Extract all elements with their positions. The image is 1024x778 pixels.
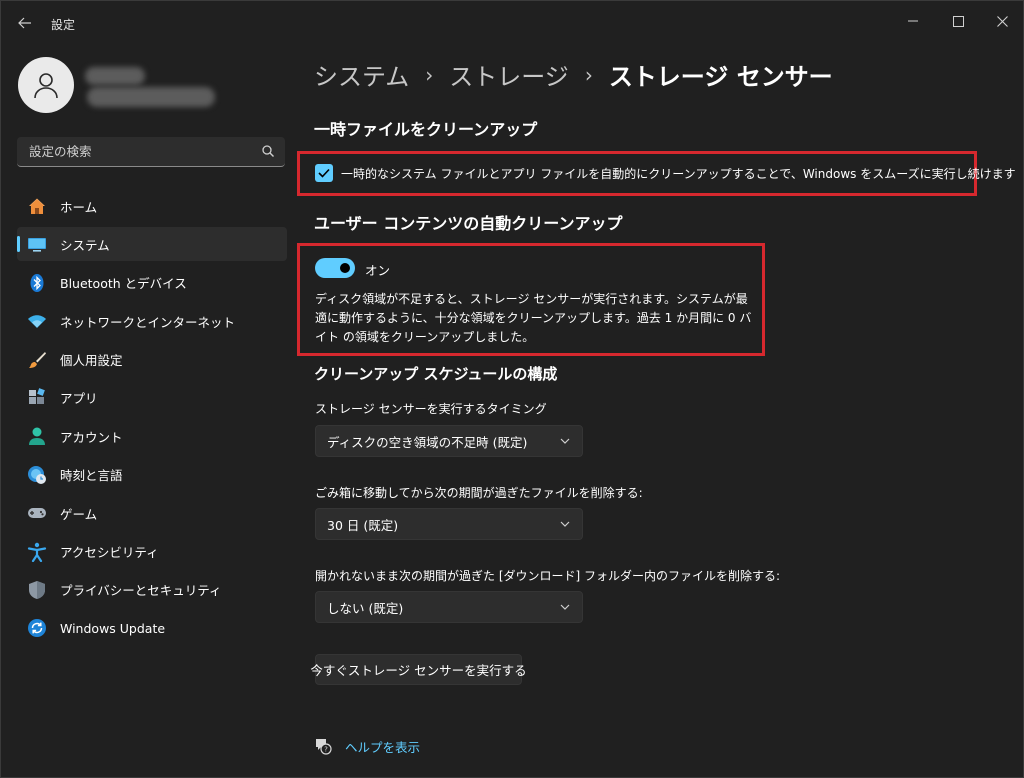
globe-clock-icon <box>27 465 47 485</box>
system-monitor-icon <box>27 234 47 254</box>
wifi-icon <box>27 311 47 331</box>
toggle-state-label: オン <box>365 263 391 278</box>
help-icon: ? <box>316 739 332 755</box>
sidebar-item-label: 時刻と言語 <box>60 468 123 484</box>
search-icon[interactable] <box>261 144 275 158</box>
home-icon <box>27 196 47 216</box>
sidebar-item-label: 個人用設定 <box>60 353 123 369</box>
downloads-dropdown[interactable]: しない (既定) <box>315 591 583 623</box>
sidebar-item-bluetooth[interactable]: Bluetooth とデバイス <box>17 266 287 300</box>
bluetooth-icon <box>27 273 47 293</box>
back-button[interactable] <box>13 11 37 35</box>
shield-icon <box>27 580 47 600</box>
accessibility-icon <box>27 542 47 562</box>
sidebar-item-gaming[interactable]: ゲーム <box>17 496 287 530</box>
sidebar-item-network[interactable]: ネットワークとインターネット <box>17 304 287 338</box>
sidebar-item-label: アクセシビリティ <box>60 545 159 561</box>
svg-text:?: ? <box>324 746 328 754</box>
sidebar-item-label: システム <box>60 237 110 253</box>
minimize-button[interactable] <box>893 5 933 37</box>
sidebar-item-label: ゲーム <box>60 506 98 522</box>
recycle-bin-value: 30 日 (既定) <box>327 517 399 533</box>
windows-update-icon <box>27 618 47 638</box>
sidebar-nav: ホーム システム Bluetooth とデバイス ネットワークとインターネット … <box>17 189 287 650</box>
settings-window: 設定 ホーム システム <box>0 0 1024 778</box>
back-arrow-icon <box>18 17 31 29</box>
sidebar-item-label: アプリ <box>60 391 98 407</box>
chevron-down-icon <box>560 521 570 527</box>
run-timing-label: ストレージ センサーを実行するタイミング <box>315 402 547 416</box>
run-timing-value: ディスクの空き領域の不足時 (既定) <box>327 434 528 450</box>
breadcrumb: システム › ストレージ › ストレージ センサー <box>314 57 833 92</box>
chevron-right-icon: › <box>425 62 434 87</box>
blurred-email <box>87 87 215 107</box>
recycle-bin-label: ごみ箱に移動してから次の期間が過ぎたファイルを削除する: <box>315 486 643 500</box>
sidebar-item-label: Bluetooth とデバイス <box>60 276 187 292</box>
sidebar-item-accessibility[interactable]: アクセシビリティ <box>17 535 287 569</box>
sidebar-item-windows-update[interactable]: Windows Update <box>17 611 287 645</box>
temp-cleanup-checkbox-label[interactable]: 一時的なシステム ファイルとアプリ ファイルを自動的にクリーンアップすることで、… <box>341 165 1016 182</box>
paintbrush-icon <box>27 350 47 370</box>
help-link[interactable]: ヘルプを表示 <box>345 737 420 756</box>
sidebar-item-personalization[interactable]: 個人用設定 <box>17 343 287 377</box>
sidebar-item-apps[interactable]: アプリ <box>17 381 287 415</box>
sidebar-item-time-language[interactable]: 時刻と言語 <box>17 458 287 492</box>
storage-sense-toggle[interactable] <box>315 258 355 278</box>
auto-cleanup-heading: ユーザー コンテンツの自動クリーンアップ <box>314 214 623 233</box>
toggle-knob <box>340 263 350 273</box>
chevron-down-icon <box>560 604 570 610</box>
breadcrumb-system[interactable]: システム <box>314 57 409 92</box>
sidebar-item-label: ホーム <box>60 199 98 215</box>
maximize-icon <box>952 15 964 27</box>
downloads-value: しない (既定) <box>327 600 404 616</box>
settings-search <box>17 137 285 167</box>
schedule-heading: クリーンアップ スケジュールの構成 <box>314 365 558 383</box>
user-name-blurred <box>85 67 215 109</box>
sidebar-item-label: Windows Update <box>60 620 166 636</box>
sidebar-item-system[interactable]: システム <box>17 227 287 262</box>
account-icon <box>27 426 47 446</box>
title-bar: 設定 <box>1 1 1023 47</box>
recycle-bin-dropdown[interactable]: 30 日 (既定) <box>315 508 583 540</box>
sidebar-item-privacy-security[interactable]: プライバシーとセキュリティ <box>17 573 287 607</box>
sidebar-item-home[interactable]: ホーム <box>17 189 287 223</box>
sidebar-item-label: アカウント <box>60 429 123 445</box>
gamepad-icon <box>27 503 47 523</box>
maximize-button[interactable] <box>938 5 978 37</box>
checkmark-icon <box>318 168 330 178</box>
page-title: ストレージ センサー <box>608 63 833 91</box>
chevron-down-icon <box>560 438 570 444</box>
run-storage-sense-now-button[interactable]: 今すぐストレージ センサーを実行する <box>310 654 527 685</box>
minimize-icon <box>908 20 918 22</box>
breadcrumb-storage[interactable]: ストレージ <box>449 57 569 92</box>
run-timing-dropdown[interactable]: ディスクの空き領域の不足時 (既定) <box>315 425 583 457</box>
blurred-name <box>85 67 145 85</box>
person-icon <box>34 73 58 99</box>
sidebar-item-accounts[interactable]: アカウント <box>17 419 287 453</box>
close-icon <box>996 15 1008 27</box>
app-title: 設定 <box>51 18 76 32</box>
temp-cleanup-checkbox[interactable] <box>315 164 333 182</box>
sidebar-item-label: ネットワークとインターネット <box>60 314 236 330</box>
temp-cleanup-heading: 一時ファイルをクリーンアップ <box>314 120 538 139</box>
search-input[interactable] <box>17 137 259 165</box>
auto-cleanup-description: ディスク領域が不足すると、ストレージ センサーが実行されます。システムが最適に動… <box>315 292 752 344</box>
downloads-label: 開かれないまま次の期間が過ぎた [ダウンロード] フォルダー内のファイルを削除す… <box>315 569 781 583</box>
avatar[interactable] <box>18 57 74 113</box>
sidebar-item-label: プライバシーとセキュリティ <box>60 583 222 599</box>
apps-icon <box>27 388 47 408</box>
close-button[interactable] <box>982 5 1022 37</box>
chevron-right-icon: › <box>584 62 593 87</box>
